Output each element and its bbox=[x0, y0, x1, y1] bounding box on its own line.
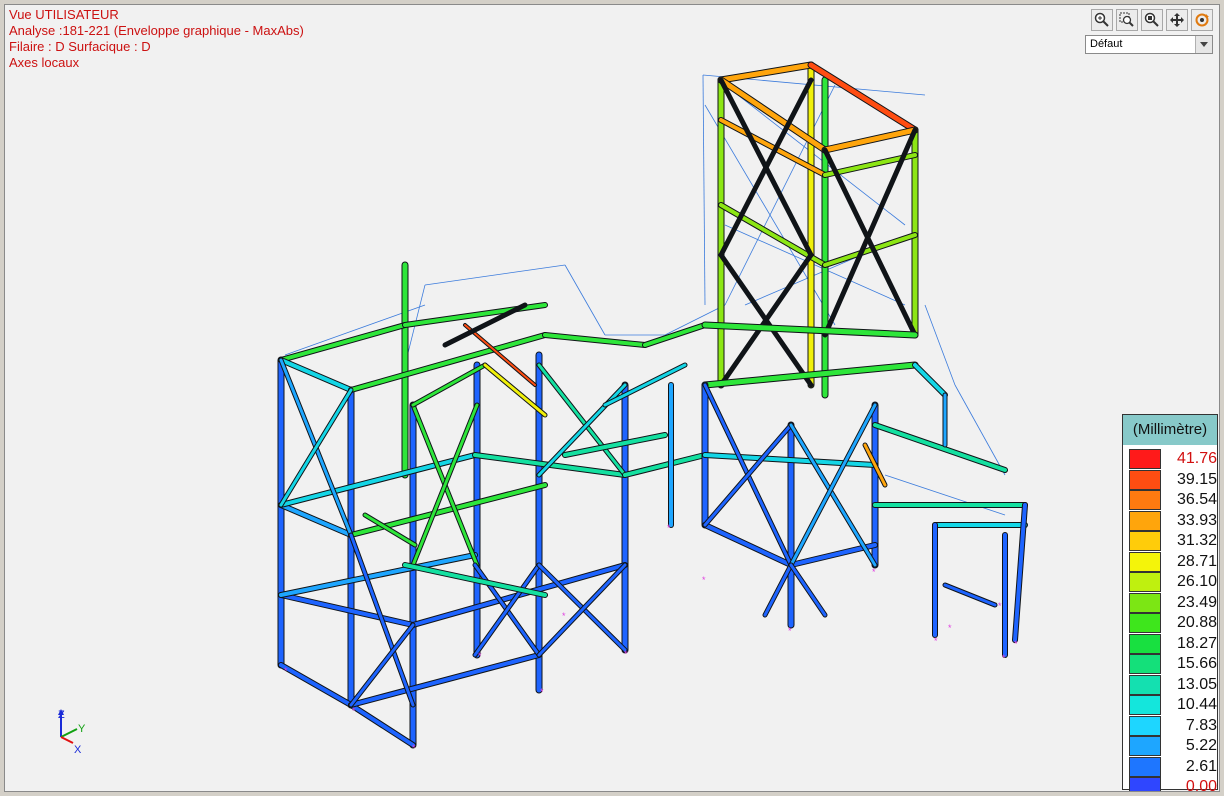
legend-swatch bbox=[1129, 572, 1161, 592]
legend-value: 15.66 bbox=[1176, 655, 1217, 672]
legend-swatch bbox=[1129, 695, 1161, 715]
legend-swatch bbox=[1129, 613, 1161, 633]
triad-z-label: Z bbox=[58, 709, 65, 721]
legend-value: 39.15 bbox=[1176, 470, 1217, 488]
svg-text:*: * bbox=[1014, 639, 1018, 649]
legend-value: 28.71 bbox=[1176, 552, 1217, 570]
legend-swatch bbox=[1129, 449, 1161, 469]
legend-entry: 28.71 bbox=[1129, 551, 1217, 572]
zoom-window-icon[interactable] bbox=[1116, 9, 1138, 31]
svg-text:*: * bbox=[624, 649, 628, 659]
legend-swatch bbox=[1129, 592, 1161, 613]
legend-value: 20.88 bbox=[1176, 614, 1217, 631]
legend-entry: 10.44 bbox=[1129, 695, 1217, 715]
legend-swatch bbox=[1129, 777, 1161, 791]
view-select-value: Défaut bbox=[1090, 38, 1123, 50]
legend-entry: 20.88 bbox=[1129, 613, 1217, 633]
legend-swatch bbox=[1129, 531, 1161, 551]
legend-entry: 33.93 bbox=[1129, 510, 1217, 531]
legend-entry: 26.10 bbox=[1129, 572, 1217, 592]
structure-model[interactable]: * * * * * * * * * * * * * * * * bbox=[5, 5, 1220, 792]
legend-value: 26.10 bbox=[1176, 573, 1217, 590]
svg-text:*: * bbox=[352, 706, 356, 716]
legend-entry: 0.00 bbox=[1129, 777, 1217, 792]
legend-value: 0.00 bbox=[1185, 778, 1217, 792]
svg-text:*: * bbox=[478, 651, 482, 661]
3d-viewport[interactable]: * * * * * * * * * * * * * * * * Vue UTILISATEUR Analyse… bbox=[4, 4, 1220, 792]
view-select[interactable]: Défaut bbox=[1085, 35, 1213, 54]
legend-swatch bbox=[1129, 654, 1161, 674]
rotate-icon[interactable] bbox=[1191, 9, 1213, 31]
svg-text:*: * bbox=[702, 575, 706, 585]
zoom-fit-icon[interactable] bbox=[1141, 9, 1163, 31]
svg-text:*: * bbox=[667, 523, 671, 533]
view-name: Vue UTILISATEUR bbox=[9, 7, 119, 22]
legend-value: 2.61 bbox=[1185, 757, 1217, 775]
svg-text:*: * bbox=[788, 626, 792, 636]
legend-entry: 18.27 bbox=[1129, 633, 1217, 654]
svg-text:*: * bbox=[284, 666, 288, 676]
legend-value: 10.44 bbox=[1176, 696, 1217, 713]
legend-entry: 23.49 bbox=[1129, 592, 1217, 613]
legend-entry: 7.83 bbox=[1129, 715, 1217, 736]
legend-entry: 31.32 bbox=[1129, 531, 1217, 551]
legend-entry: 41.76 bbox=[1129, 449, 1217, 469]
view-toolbar bbox=[1091, 9, 1213, 31]
axis-triad: Z Y X bbox=[58, 709, 86, 755]
display-mode: Filaire : D Surfacique : D bbox=[9, 39, 151, 54]
legend-swatch bbox=[1129, 633, 1161, 654]
pan-icon[interactable] bbox=[1166, 9, 1188, 31]
legend-value: 36.54 bbox=[1176, 491, 1217, 508]
analysis-info: Analyse :181-221 (Enveloppe graphique - … bbox=[9, 23, 304, 38]
legend-swatch bbox=[1129, 469, 1161, 490]
legend-entry: 5.22 bbox=[1129, 736, 1217, 756]
legend-entry: 36.54 bbox=[1129, 490, 1217, 510]
svg-text:*: * bbox=[1002, 653, 1006, 663]
legend-swatch bbox=[1129, 756, 1161, 777]
legend-value: 41.76 bbox=[1176, 450, 1217, 467]
view-info: Vue UTILISATEUR Analyse :181-221 (Envelo… bbox=[9, 7, 304, 71]
svg-text:*: * bbox=[998, 601, 1002, 611]
legend-swatch bbox=[1129, 551, 1161, 572]
color-legend: (Millimètre) 41.76 39.15 36.54 33.93 31.32 28… bbox=[1122, 414, 1218, 792]
legend-swatch bbox=[1129, 490, 1161, 510]
legend-entry: 15.66 bbox=[1129, 654, 1217, 674]
svg-text:*: * bbox=[412, 743, 416, 753]
legend-swatch bbox=[1129, 674, 1161, 695]
svg-text:*: * bbox=[540, 687, 544, 697]
legend-value: 31.32 bbox=[1176, 532, 1217, 549]
triad-y-label: Y bbox=[78, 723, 86, 735]
legend-value: 5.22 bbox=[1185, 737, 1217, 754]
legend-entry: 39.15 bbox=[1129, 469, 1217, 490]
svg-text:*: * bbox=[934, 636, 938, 646]
svg-text:*: * bbox=[562, 611, 566, 621]
zoom-in-icon[interactable] bbox=[1091, 9, 1113, 31]
triad-x-label: X bbox=[74, 744, 82, 755]
legend-entry: 2.61 bbox=[1129, 756, 1217, 777]
svg-text:*: * bbox=[948, 623, 952, 633]
legend-swatch bbox=[1129, 736, 1161, 756]
legend-value: 23.49 bbox=[1176, 593, 1217, 611]
legend-title: (Millimètre) bbox=[1123, 415, 1217, 445]
chevron-down-icon[interactable] bbox=[1195, 36, 1212, 53]
legend-value: 13.05 bbox=[1176, 675, 1217, 693]
legend-value: 7.83 bbox=[1185, 716, 1217, 734]
legend-value: 18.27 bbox=[1176, 634, 1217, 652]
legend-swatch bbox=[1129, 715, 1161, 736]
legend-value: 33.93 bbox=[1176, 511, 1217, 529]
legend-swatch bbox=[1129, 510, 1161, 531]
axes-mode: Axes locaux bbox=[9, 55, 80, 70]
legend-entry: 13.05 bbox=[1129, 674, 1217, 695]
svg-text:*: * bbox=[872, 567, 876, 577]
